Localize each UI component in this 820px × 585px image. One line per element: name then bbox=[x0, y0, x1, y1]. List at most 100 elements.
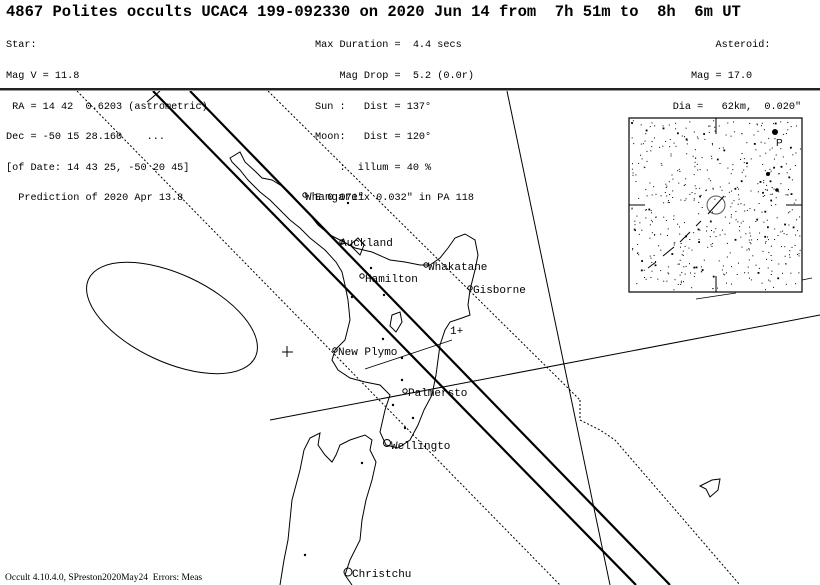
field-star bbox=[763, 221, 765, 223]
field-star bbox=[782, 230, 784, 232]
field-star bbox=[694, 272, 696, 274]
center-cross bbox=[282, 346, 293, 357]
field-star bbox=[638, 233, 640, 235]
field-star bbox=[780, 165, 783, 168]
field-star bbox=[726, 282, 727, 284]
field-star bbox=[667, 228, 669, 230]
field-star bbox=[737, 203, 739, 205]
field-star bbox=[771, 259, 773, 261]
field-star bbox=[770, 170, 772, 172]
field-star bbox=[704, 138, 706, 140]
city-label: Christchu bbox=[352, 569, 411, 581]
field-star bbox=[765, 242, 766, 244]
field-star bbox=[674, 279, 676, 281]
field-star bbox=[798, 253, 800, 255]
field-star bbox=[788, 176, 791, 179]
field-star bbox=[793, 202, 795, 204]
field-star bbox=[750, 243, 752, 245]
field-star bbox=[785, 133, 787, 134]
field-star bbox=[761, 211, 763, 213]
field-star bbox=[773, 188, 775, 190]
field-star bbox=[795, 234, 797, 236]
field-star bbox=[786, 234, 788, 236]
field-star bbox=[635, 181, 637, 182]
field-star bbox=[774, 228, 776, 230]
field-star bbox=[694, 166, 696, 168]
field-star bbox=[791, 179, 793, 181]
city-marker-christchurch bbox=[343, 567, 353, 577]
field-star bbox=[725, 134, 727, 136]
field-star bbox=[750, 235, 752, 237]
field-star bbox=[721, 229, 723, 231]
field-star bbox=[652, 221, 653, 223]
field-star bbox=[651, 141, 653, 142]
field-star bbox=[718, 260, 720, 262]
field-star bbox=[678, 182, 680, 184]
field-star bbox=[766, 219, 768, 221]
field-star bbox=[662, 125, 664, 127]
field-star bbox=[698, 201, 700, 203]
field-star bbox=[740, 180, 743, 183]
field-star bbox=[699, 187, 701, 189]
field-star bbox=[667, 266, 669, 268]
field-star bbox=[690, 272, 691, 274]
field-star bbox=[668, 200, 669, 202]
field-star bbox=[677, 223, 679, 225]
field-star bbox=[708, 131, 710, 133]
field-star bbox=[753, 134, 755, 136]
field-star bbox=[708, 125, 710, 127]
city-marker-hamilton bbox=[359, 273, 365, 279]
field-star bbox=[789, 168, 791, 170]
field-star bbox=[730, 135, 732, 137]
field-star bbox=[682, 250, 684, 252]
field-star bbox=[775, 204, 777, 206]
software-footer: Occult 4.10.4.0, SPreston2020May24 Error… bbox=[5, 573, 203, 583]
field-star bbox=[787, 129, 789, 131]
field-star bbox=[755, 264, 757, 266]
field-star bbox=[787, 194, 789, 196]
field-star bbox=[631, 207, 633, 209]
field-star bbox=[727, 122, 729, 124]
field-star bbox=[757, 239, 758, 241]
field-star bbox=[700, 194, 702, 196]
field-star bbox=[684, 184, 686, 186]
field-star bbox=[775, 197, 777, 199]
field-star bbox=[764, 170, 766, 172]
field-star bbox=[759, 232, 761, 234]
field-star bbox=[683, 281, 684, 283]
field-star bbox=[714, 130, 716, 132]
field-star bbox=[649, 224, 651, 226]
field-star bbox=[651, 212, 653, 214]
field-star bbox=[672, 178, 674, 180]
field-star bbox=[631, 122, 633, 124]
field-star bbox=[682, 254, 684, 256]
field-star bbox=[673, 244, 675, 246]
map-dots bbox=[303, 201, 415, 557]
field-star bbox=[771, 187, 773, 188]
field-star bbox=[654, 234, 656, 235]
field-star bbox=[784, 255, 786, 257]
field-star bbox=[789, 211, 791, 213]
field-star bbox=[749, 226, 750, 228]
field-star bbox=[640, 124, 642, 126]
field-star bbox=[774, 158, 775, 160]
field-star bbox=[785, 163, 787, 165]
field-star bbox=[749, 242, 751, 243]
field-star bbox=[689, 121, 691, 123]
field-star bbox=[640, 143, 642, 145]
field-star bbox=[777, 235, 779, 236]
field-star bbox=[765, 152, 767, 154]
field-star bbox=[693, 198, 695, 200]
field-star bbox=[761, 122, 763, 124]
field-star bbox=[666, 195, 668, 197]
field-star bbox=[773, 166, 775, 169]
field-star bbox=[664, 192, 666, 193]
field-star bbox=[651, 194, 653, 196]
star-info-line: Mag V = 11.8 bbox=[6, 71, 80, 83]
field-star bbox=[667, 272, 669, 274]
field-star bbox=[639, 222, 641, 224]
field-star bbox=[683, 185, 685, 186]
field-star bbox=[724, 216, 726, 218]
field-star bbox=[661, 164, 663, 166]
field-star bbox=[695, 157, 696, 159]
